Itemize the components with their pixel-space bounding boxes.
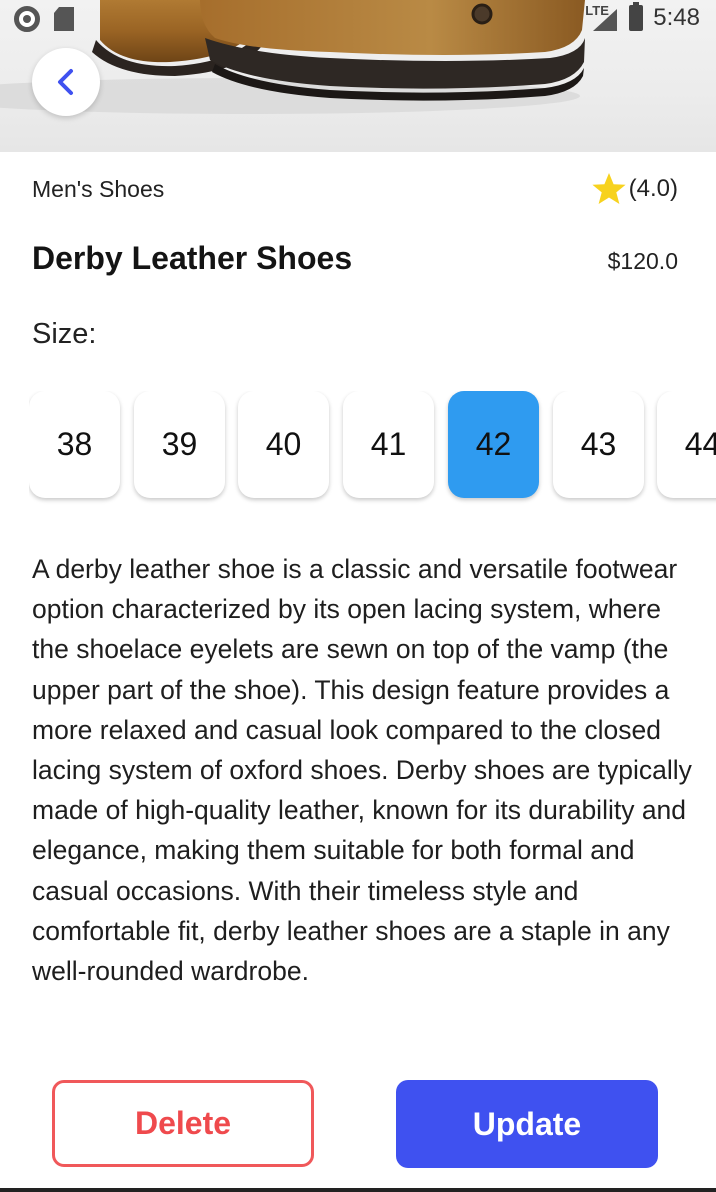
back-button[interactable] [32,48,100,116]
rating-value: (4.0) [628,175,678,202]
status-time: 5:48 [653,4,700,31]
network-type: LTE [585,3,609,18]
product-price: $120.0 [607,248,678,274]
chevron-left-icon [58,69,73,95]
size-option-41[interactable]: 41 [343,391,434,498]
notification-dot-icon [14,6,40,32]
battery-icon [629,2,644,31]
size-option-38[interactable]: 38 [29,391,120,498]
product-title: Derby Leather Shoes [32,240,353,276]
bottom-divider [0,1188,716,1192]
size-option-39[interactable]: 39 [134,391,225,498]
product-description: A derby leather shoe is a classic and ve… [32,554,692,987]
size-option-43[interactable]: 43 [553,391,644,498]
delete-button[interactable]: Delete [52,1080,314,1167]
sd-card-icon [54,7,74,31]
update-button[interactable]: Update [396,1080,658,1168]
size-label: Size: [32,318,97,350]
star-icon [592,173,626,204]
status-bar: LTE 5:48 [0,0,716,40]
size-option-40[interactable]: 40 [238,391,329,498]
product-rating: (4.0) [591,172,678,206]
size-option-42[interactable]: 42 [448,391,539,498]
size-option-44[interactable]: 44 [657,391,716,498]
signal-icon: LTE [585,3,619,31]
product-category: Men's Shoes [32,176,165,202]
size-selector: 38 39 40 41 42 43 44 [29,391,716,506]
